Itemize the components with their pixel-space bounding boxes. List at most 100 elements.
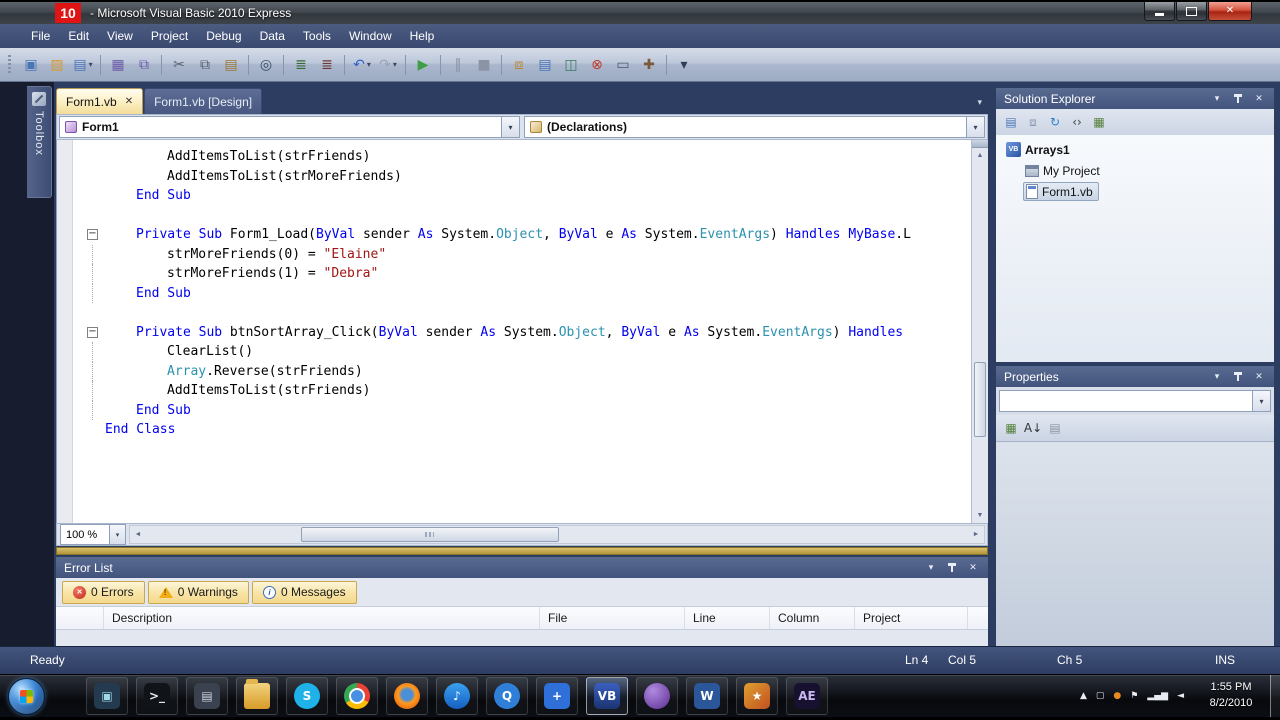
- tray-update-icon[interactable]: ●: [1113, 691, 1121, 701]
- properties-pin-icon[interactable]: [1231, 370, 1245, 384]
- taskbar-clock[interactable]: 1:55 PM 8/2/2010: [1194, 679, 1268, 711]
- tray-volume-icon[interactable]: ◄: [1177, 691, 1184, 701]
- cut-icon[interactable]: ✂: [166, 53, 192, 77]
- column-header-line[interactable]: Line: [685, 607, 770, 629]
- dropdown-arrow-icon[interactable]: ▾: [367, 60, 371, 69]
- app-command-prompt-icon[interactable]: >_: [136, 677, 178, 715]
- se-show-all-files-icon[interactable]: ⧈: [1022, 112, 1044, 132]
- editor-horizontal-scrollbar[interactable]: ◄ ►: [129, 525, 985, 544]
- collapse-toggle-icon[interactable]: −: [87, 229, 98, 240]
- tab-close-icon[interactable]: ✕: [125, 96, 133, 107]
- properties-window-icon[interactable]: ▤: [532, 53, 558, 77]
- solution-explorer-menu-icon[interactable]: ▾: [1210, 92, 1224, 106]
- document-tab-form1-vb[interactable]: Form1.vb ✕: [56, 88, 144, 114]
- find-icon[interactable]: ◎: [253, 53, 279, 77]
- document-tab-form1-vb-design[interactable]: Form1.vb [Design]: [144, 88, 263, 114]
- tray-network-icon[interactable]: ▂▄▆: [1147, 691, 1168, 701]
- app-remote-desktop-icon[interactable]: ▣: [86, 677, 128, 715]
- app-media-player-icon[interactable]: [636, 677, 678, 715]
- scroll-down-icon[interactable]: ▼: [972, 508, 988, 523]
- app-games-explorer-icon[interactable]: ★: [736, 677, 778, 715]
- collapse-toggle-icon[interactable]: −: [87, 326, 98, 338]
- column-header-column[interactable]: Column: [770, 607, 855, 629]
- member-combo-arrow-icon[interactable]: ▾: [966, 117, 984, 137]
- tree-item-arrays1[interactable]: Arrays1: [996, 139, 1274, 160]
- error-list-close-icon[interactable]: ✕: [966, 561, 980, 575]
- error-list-menu-icon[interactable]: ▾: [924, 561, 938, 575]
- column-header-file[interactable]: File: [540, 607, 685, 629]
- se-view-designer-icon[interactable]: ▦: [1088, 112, 1110, 132]
- toolbox-window-icon[interactable]: ✚: [636, 53, 662, 77]
- tray-display-icon[interactable]: ▢: [1096, 691, 1105, 701]
- app-quicktime-icon[interactable]: Q: [486, 677, 528, 715]
- se-refresh-icon[interactable]: ↻: [1044, 112, 1066, 132]
- editor-splitter[interactable]: [56, 547, 988, 555]
- messages-filter-button[interactable]: 0 Messages: [251, 580, 357, 604]
- props-property-pages-icon[interactable]: ▤: [1044, 418, 1066, 438]
- error-list-icon[interactable]: ⊗: [584, 53, 610, 77]
- properties-close-icon[interactable]: ✕: [1252, 370, 1266, 384]
- start-button[interactable]: [8, 678, 45, 715]
- errors-filter-button[interactable]: 0 Errors: [62, 580, 145, 604]
- zoom-dropdown-icon[interactable]: ▾: [109, 525, 125, 544]
- close-button[interactable]: ✕: [1208, 2, 1252, 21]
- menu-tools[interactable]: Tools: [294, 24, 340, 48]
- vertical-scroll-thumb[interactable]: [974, 362, 986, 437]
- toolbox-tab[interactable]: Toolbox: [27, 86, 52, 198]
- app-firefox-icon[interactable]: [386, 677, 428, 715]
- new-project-icon[interactable]: ▣: [18, 53, 44, 77]
- app-notepad-icon[interactable]: ▤: [186, 677, 228, 715]
- menu-edit[interactable]: Edit: [59, 24, 98, 48]
- add-item-icon[interactable]: ▤ ▾: [70, 53, 96, 77]
- menu-project[interactable]: Project: [142, 24, 197, 48]
- object-combo[interactable]: Form1 ▾: [59, 116, 520, 138]
- menu-help[interactable]: Help: [401, 24, 444, 48]
- solution-explorer-pin-icon[interactable]: [1231, 92, 1245, 106]
- app-after-effects-icon[interactable]: AE: [786, 677, 828, 715]
- code-editor[interactable]: AddItemsToList(strFriends) AddItemsToList…: [56, 140, 988, 523]
- menu-file[interactable]: File: [22, 24, 59, 48]
- dropdown-arrow-icon[interactable]: ▾: [393, 60, 397, 69]
- redo-icon[interactable]: ↷ ▾: [375, 53, 401, 77]
- menu-debug[interactable]: Debug: [197, 24, 250, 48]
- breakpoint-margin[interactable]: [57, 140, 73, 523]
- zoom-combo[interactable]: 100 % ▾: [60, 524, 126, 545]
- paste-icon[interactable]: ▤: [218, 53, 244, 77]
- props-alphabetical-icon[interactable]: A↓: [1022, 418, 1044, 438]
- stop-debug-icon[interactable]: ■: [471, 53, 497, 77]
- hidden-icons-button[interactable]: ▲: [1080, 691, 1087, 701]
- undo-icon[interactable]: ↶ ▾: [349, 53, 375, 77]
- open-file-icon[interactable]: ▨: [44, 53, 70, 77]
- save-icon[interactable]: ▦: [105, 53, 131, 77]
- menu-window[interactable]: Window: [340, 24, 401, 48]
- properties-object-combo[interactable]: ▾: [999, 390, 1271, 412]
- editor-vertical-scrollbar[interactable]: ▲ ▼: [971, 140, 988, 523]
- warnings-filter-button[interactable]: 0 Warnings: [147, 580, 249, 604]
- app-windows-explorer-icon[interactable]: [236, 677, 278, 715]
- dropdown-arrow-icon[interactable]: ▾: [89, 60, 93, 69]
- scroll-up-icon[interactable]: ▲: [972, 148, 988, 163]
- scroll-left-icon[interactable]: ◄: [130, 531, 146, 538]
- scroll-right-icon[interactable]: ►: [968, 531, 984, 538]
- maximize-button[interactable]: [1176, 2, 1207, 21]
- tray-action-center-icon[interactable]: ⚑: [1130, 691, 1138, 701]
- properties-menu-icon[interactable]: ▾: [1210, 370, 1224, 384]
- object-browser-icon[interactable]: ◫: [558, 53, 584, 77]
- save-all-icon[interactable]: ⧉: [131, 53, 157, 77]
- app-vb-express-icon[interactable]: VB: [586, 677, 628, 715]
- immediate-window-icon[interactable]: ▭: [610, 53, 636, 77]
- menu-view[interactable]: View: [98, 24, 142, 48]
- solution-explorer-icon[interactable]: ⧈: [506, 53, 532, 77]
- uncomment-icon[interactable]: ≣: [314, 53, 340, 77]
- props-categorized-icon[interactable]: ▦: [1000, 418, 1022, 438]
- active-files-dropdown-icon[interactable]: ▾: [977, 97, 982, 108]
- start-debug-icon[interactable]: ▶: [410, 53, 436, 77]
- se-view-code-icon[interactable]: ‹›: [1066, 112, 1088, 132]
- app-word-icon[interactable]: W: [686, 677, 728, 715]
- object-combo-arrow-icon[interactable]: ▾: [501, 117, 519, 137]
- comment-icon[interactable]: ≣: [288, 53, 314, 77]
- app-windows-live-icon[interactable]: +: [536, 677, 578, 715]
- tree-item-form1-vb[interactable]: Form1.vb: [996, 181, 1274, 202]
- se-properties-icon[interactable]: ▤: [1000, 112, 1022, 132]
- error-list-pin-icon[interactable]: [945, 561, 959, 575]
